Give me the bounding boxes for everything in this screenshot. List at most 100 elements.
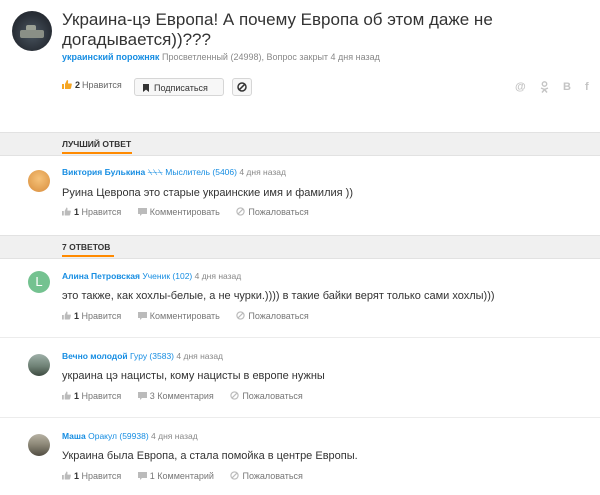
comment-icon: [137, 312, 147, 320]
report-label: Пожаловаться: [248, 311, 309, 321]
like-label: Нравится: [81, 391, 122, 401]
answer-author-link[interactable]: Виктория Булькина: [62, 167, 145, 177]
answer-author-status: Ученик (102): [142, 271, 193, 281]
like-count: 1: [74, 207, 80, 217]
subscribe-label: Подписаться: [154, 83, 208, 93]
question-author-status: Просветленный (24998): [161, 52, 262, 62]
best-answer: Виктория Булькина ⍀⍀⍀ Мыслитель (5406) 4…: [0, 156, 600, 226]
answer-actions: 1 Нравится 1 Комментарий Пожаловаться: [62, 471, 317, 481]
thumbs-up-icon: [62, 311, 71, 320]
thumbs-up-icon: [62, 391, 71, 400]
report-label: Пожаловаться: [242, 391, 303, 401]
answer-item: Маша Оракул (59938) 4 дня назад Украина …: [0, 420, 600, 495]
like-count: 1: [74, 391, 80, 401]
best-answer-label: ЛУЧШИЙ ОТВЕТ: [62, 139, 132, 149]
answer-text: украина цэ нацисты, кому нацисты в европ…: [62, 370, 325, 382]
answer-actions: 1 Нравится Комментировать Пожаловаться: [62, 207, 323, 217]
like-count: 1: [74, 471, 80, 481]
answer-actions: 1 Нравится 3 Комментария Пожаловаться: [62, 391, 317, 401]
report-button[interactable]: Пожаловаться: [230, 471, 303, 481]
report-button[interactable]: Пожаловаться: [236, 311, 309, 321]
section-underline: [62, 255, 114, 257]
thumbs-up-icon: [62, 471, 71, 480]
answer-author-status: Оракул (59938): [88, 431, 149, 441]
answers-count-label: 7 ОТВЕТОВ: [62, 242, 111, 252]
question-title: Украина-цэ Европа! А почему Европа об эт…: [62, 10, 493, 49]
answer-divider: [0, 337, 600, 338]
answer-time: 4 дня назад: [151, 431, 198, 441]
report-button[interactable]: Пожаловаться: [230, 391, 303, 401]
comment-label: Комментировать: [149, 311, 220, 321]
answer-author-link[interactable]: Маша: [62, 431, 86, 441]
answer-time: 4 дня назад: [176, 351, 224, 361]
like-button[interactable]: 1 Нравится: [62, 207, 121, 217]
answer-avatar[interactable]: [28, 170, 50, 192]
answer-avatar[interactable]: [28, 354, 50, 376]
answer-avatar[interactable]: [28, 434, 50, 456]
question-closed-info: , Вопрос закрыт 4 дня назад: [261, 52, 380, 62]
answer-actions: 1 Нравится Комментировать Пожаловаться: [62, 311, 323, 321]
like-button[interactable]: 1 Нравится: [62, 311, 121, 321]
answer-text: Украина была Европа, а стала помойка в ц…: [62, 450, 358, 462]
answer-text: Руина Цевропа это старые украинские имя …: [62, 187, 353, 199]
comment-label: 3 Комментария: [149, 391, 214, 401]
answer-header: Маша Оракул (59938) 4 дня назад: [62, 431, 198, 441]
facebook-share-icon[interactable]: f: [585, 81, 589, 93]
author-avatar[interactable]: [12, 11, 52, 51]
question-header: Украина-цэ Европа! А почему Европа об эт…: [0, 0, 600, 128]
answer-avatar[interactable]: L: [28, 271, 50, 293]
section-underline: [62, 152, 132, 154]
answer-item: Вечно молодой Гуру (3583) 4 дня назад ук…: [0, 340, 600, 410]
thumbs-up-icon: [62, 207, 71, 216]
answer-time: 4 дня назад: [239, 167, 286, 177]
comment-icon: [137, 392, 147, 400]
answer-header: Алина Петровская Ученик (102) 4 дня наза…: [62, 271, 241, 281]
like-count: 2: [75, 80, 81, 90]
answer-item: L Алина Петровская Ученик (102) 4 дня на…: [0, 260, 600, 330]
comment-button[interactable]: 3 Комментария: [137, 391, 214, 401]
question-author-link[interactable]: украинский порожняк: [62, 52, 159, 62]
answer-divider: [0, 417, 600, 418]
answer-text: это также, как хохлы-белые, а не чурки.)…: [62, 290, 495, 302]
report-label: Пожаловаться: [242, 471, 303, 481]
report-icon: [236, 311, 246, 320]
like-button[interactable]: 2 Нравится: [62, 80, 122, 90]
like-label: Нравится: [82, 80, 122, 90]
answer-author-link[interactable]: Алина Петровская: [62, 271, 140, 281]
best-answer-section-bar: ЛУЧШИЙ ОТВЕТ: [0, 132, 600, 156]
like-button[interactable]: 1 Нравится: [62, 391, 121, 401]
bookmark-icon: [143, 84, 149, 92]
mail-share-icon[interactable]: @: [515, 81, 526, 93]
answers-section-bar: 7 ОТВЕТОВ: [0, 235, 600, 259]
comment-label: Комментировать: [149, 207, 220, 217]
question-meta: украинский порожняк Просветленный (24998…: [62, 52, 380, 62]
like-label: Нравится: [81, 471, 122, 481]
comment-button[interactable]: 1 Комментарий: [137, 471, 214, 481]
report-icon: [230, 471, 240, 480]
comment-label: 1 Комментарий: [149, 471, 214, 481]
vk-share-icon[interactable]: B: [563, 81, 571, 93]
comment-icon: [137, 208, 147, 216]
answer-author-status: Мыслитель (5406): [165, 167, 237, 177]
answer-author-link[interactable]: Вечно молодой: [62, 351, 128, 361]
like-label: Нравится: [81, 311, 122, 321]
like-label: Нравится: [81, 207, 122, 217]
comment-button[interactable]: Комментировать: [137, 207, 220, 217]
comment-button[interactable]: Комментировать: [137, 311, 220, 321]
report-icon: [236, 207, 246, 216]
answer-author-status: Гуру (3583): [130, 351, 175, 361]
report-button[interactable]: Пожаловаться: [236, 207, 309, 217]
answer-author-suffix: ⍀⍀⍀: [147, 167, 163, 177]
thumbs-up-icon: [62, 80, 72, 89]
like-button[interactable]: 1 Нравится: [62, 471, 121, 481]
ok-share-icon[interactable]: [540, 81, 549, 96]
subscribe-button[interactable]: Подписаться: [134, 78, 224, 96]
block-icon: [237, 82, 247, 92]
comment-icon: [137, 472, 147, 480]
block-button[interactable]: [232, 78, 252, 96]
answer-header: Виктория Булькина ⍀⍀⍀ Мыслитель (5406) 4…: [62, 167, 286, 178]
like-count: 1: [74, 311, 80, 321]
answer-time: 4 дня назад: [194, 271, 242, 281]
answer-header: Вечно молодой Гуру (3583) 4 дня назад: [62, 351, 223, 361]
report-icon: [230, 391, 240, 400]
